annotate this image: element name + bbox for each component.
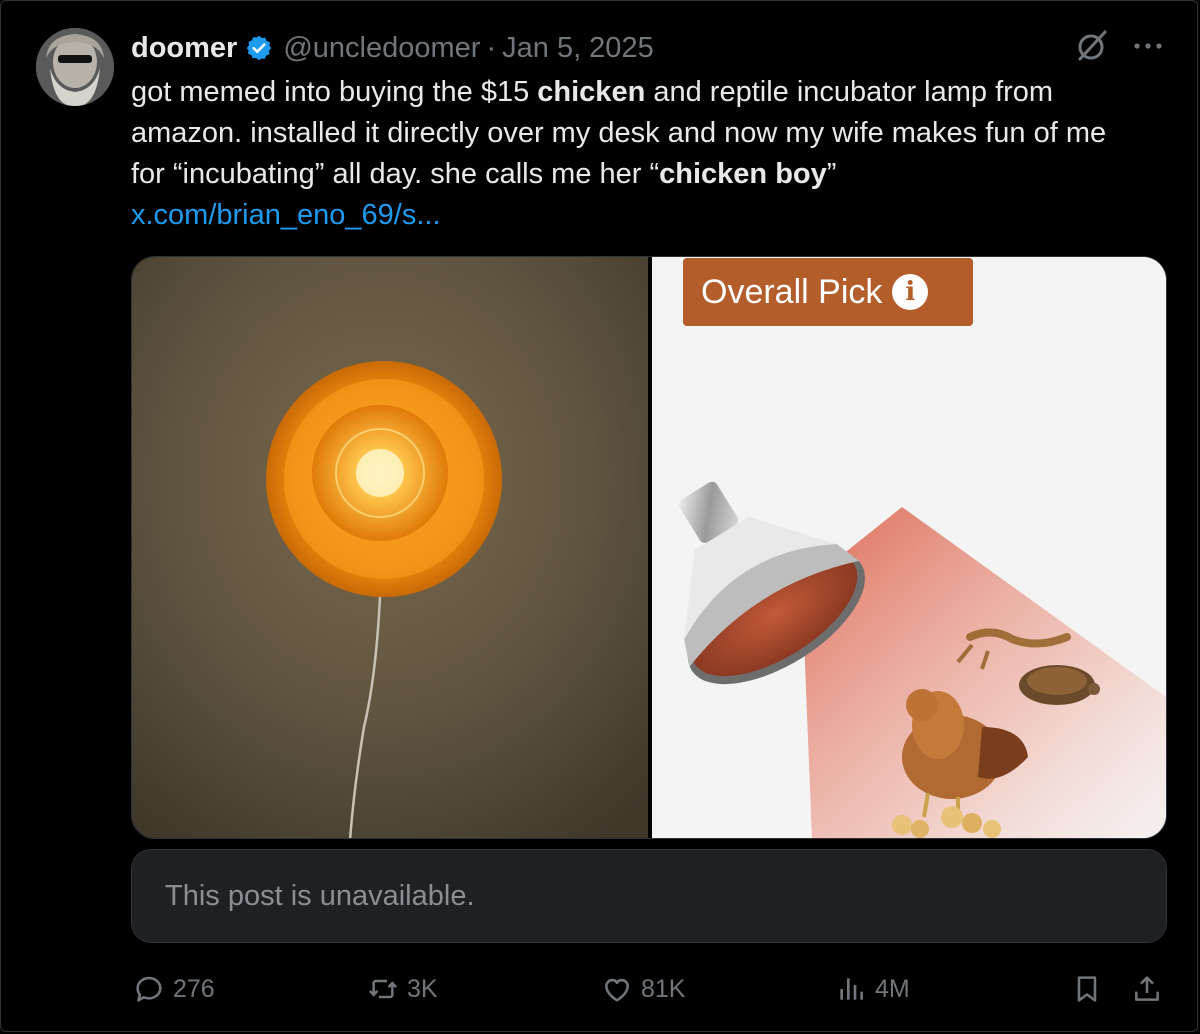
info-icon: i	[892, 274, 929, 310]
views-icon	[840, 978, 863, 1000]
like-icon	[605, 978, 629, 1002]
badge-label: Overall Pick	[701, 272, 883, 311]
views-count: 4M	[875, 974, 910, 1003]
post-header: doomer @uncledoomer · Jan 5, 2025	[131, 30, 654, 66]
post-text-bold: chicken boy	[659, 158, 827, 190]
author-handle[interactable]: @uncledoomer	[283, 32, 480, 65]
like-button[interactable]: 81K	[601, 965, 685, 1013]
verified-badge-icon	[247, 35, 272, 61]
reply-button[interactable]: 276	[133, 965, 215, 1013]
bookmark-icon	[1077, 976, 1097, 1002]
overall-pick-badge: Overall Pick i	[683, 258, 973, 326]
avatar[interactable]	[36, 28, 114, 106]
avatar-image	[36, 28, 114, 106]
quoted-post-unavailable: This post is unavailable.	[131, 849, 1167, 943]
more-icon[interactable]	[1130, 28, 1166, 64]
post-text-part: ”	[826, 158, 837, 190]
repost-button[interactable]: 3K	[367, 965, 438, 1013]
post-date[interactable]: Jan 5, 2025	[502, 32, 654, 65]
photo-product[interactable]: Overall Pick i	[652, 257, 1166, 838]
share-button[interactable]	[1131, 965, 1171, 1013]
post-text: got memed into buying the $15 chicken an…	[131, 72, 1141, 236]
grok-icon[interactable]	[1072, 26, 1112, 66]
media-grid: Overall Pick i	[131, 256, 1167, 839]
like-count: 81K	[641, 974, 686, 1003]
separator: ·	[486, 31, 497, 64]
lamp-ceiling-image	[132, 257, 648, 838]
post-link[interactable]: x.com/brian_eno_69/s...	[131, 195, 1141, 236]
unavailable-text: This post is unavailable.	[165, 879, 475, 912]
share-icon	[1135, 976, 1159, 1001]
top-right-actions	[1072, 26, 1166, 66]
heat-lamp-product-image	[652, 257, 1166, 838]
reply-count: 276	[173, 974, 215, 1003]
repost-icon	[369, 979, 397, 999]
photo-lamp-ceiling[interactable]	[132, 257, 648, 838]
repost-count: 3K	[407, 974, 438, 1003]
bookmark-button[interactable]	[1071, 965, 1111, 1013]
post-text-bold: chicken	[537, 76, 646, 108]
action-bar: 276 3K 81K 4M	[131, 965, 1171, 1013]
post-text-part: got memed into buying the $15	[131, 76, 538, 108]
views-button[interactable]: 4M	[835, 965, 910, 1013]
reply-icon	[136, 976, 162, 1002]
author-name[interactable]: doomer	[131, 32, 237, 65]
